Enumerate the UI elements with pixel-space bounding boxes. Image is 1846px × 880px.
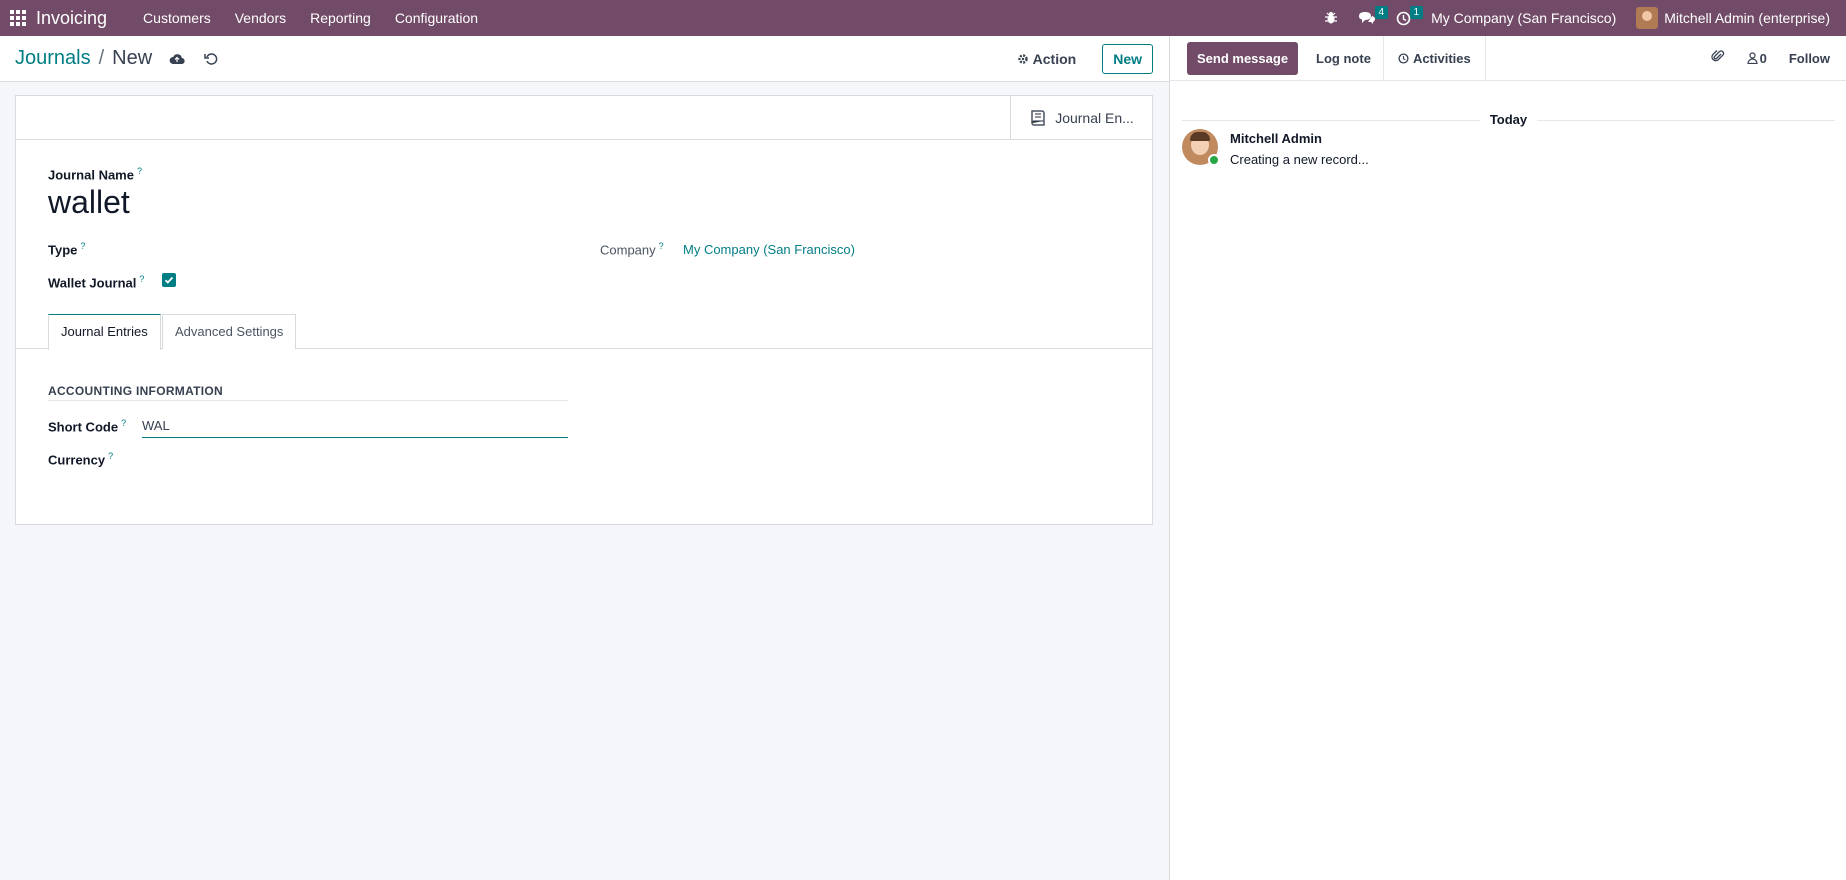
save-cloud-icon[interactable] [168, 50, 186, 68]
gear-icon [1017, 53, 1028, 64]
smart-button-box: Journal En... [16, 96, 1152, 140]
tab-advanced-settings[interactable]: Advanced Settings [162, 314, 297, 349]
user-menu[interactable]: Mitchell Admin (enterprise) [1626, 0, 1840, 36]
log-note-button[interactable]: Log note [1304, 42, 1383, 75]
activities-label: Activities [1412, 50, 1471, 66]
menu-customers[interactable]: Customers [131, 0, 223, 36]
wallet-journal-label: Wallet Journal? [48, 274, 145, 291]
action-menu-button[interactable]: Action [1007, 45, 1087, 73]
tab-journal-entries[interactable]: Journal Entries [48, 314, 161, 350]
journal-name-label: Journal Name? [48, 166, 142, 183]
help-tooltip-icon[interactable]: ? [659, 241, 664, 251]
menu-reporting[interactable]: Reporting [298, 0, 383, 36]
apps-menu-icon[interactable] [0, 0, 36, 36]
company-label: Company? [600, 241, 664, 258]
online-status-dot [1208, 154, 1220, 166]
user-icon [1746, 52, 1758, 64]
date-separator: Today [1170, 111, 1846, 127]
breadcrumb-separator: / [98, 47, 105, 69]
author-avatar[interactable] [1182, 129, 1220, 166]
followers-button[interactable]: 0 [1746, 50, 1767, 66]
notebook-tabs: Journal Entries Advanced Settings [16, 314, 1152, 350]
control-panel-actions: Action New [1007, 43, 1153, 74]
message-text: Creating a new record... [1230, 152, 1369, 167]
smart-button-label: Journal En... [1055, 110, 1134, 126]
discard-undo-icon[interactable] [202, 50, 220, 68]
section-accounting-information: ACCOUNTING INFORMATION [48, 384, 224, 398]
journal-entries-smart-button[interactable]: Journal En... [1010, 96, 1152, 140]
messages-icon[interactable]: 4 [1348, 0, 1389, 36]
help-tooltip-icon[interactable]: ? [137, 166, 142, 176]
book-icon [1031, 110, 1045, 126]
company-field[interactable]: My Company (San Francisco) [683, 242, 855, 257]
control-panel: Journals / New Action New [0, 36, 1169, 82]
chatter-message: Mitchell Admin Creating a new record... [1182, 129, 1369, 167]
wallet-journal-checkbox[interactable] [162, 273, 176, 287]
breadcrumb-current: New [112, 47, 153, 69]
main-menu: Customers Vendors Reporting Configuratio… [131, 0, 490, 36]
message-body: Mitchell Admin Creating a new record... [1230, 129, 1369, 167]
send-message-button[interactable]: Send message [1187, 41, 1299, 75]
chatter-topbar: Send message Log note Activities 0 Follo… [1170, 35, 1846, 81]
user-avatar [1636, 7, 1659, 29]
new-record-button[interactable]: New [1102, 43, 1153, 74]
breadcrumb-journals[interactable]: Journals [15, 47, 91, 70]
help-tooltip-icon[interactable]: ? [80, 241, 85, 251]
chatter-actions: 0 Follow [1711, 49, 1830, 67]
journal-name-field[interactable]: wallet [48, 184, 130, 221]
debug-bug-icon[interactable] [1314, 0, 1348, 36]
followers-count: 0 [1759, 50, 1767, 66]
help-tooltip-icon[interactable]: ? [139, 274, 144, 284]
checkmark-icon [164, 276, 174, 284]
clock-icon [1398, 52, 1409, 64]
user-name: Mitchell Admin (enterprise) [1664, 10, 1830, 26]
activities-button[interactable]: Activities [1382, 35, 1486, 81]
chatter-panel: Send message Log note Activities 0 Follo… [1169, 35, 1846, 880]
short-code-label: Short Code? [48, 418, 127, 435]
form-sheet: Journal En... Journal Name? wallet Type?… [15, 95, 1153, 525]
help-tooltip-icon[interactable]: ? [108, 451, 113, 461]
app-name[interactable]: Invoicing [36, 8, 107, 29]
type-label: Type? [48, 241, 86, 258]
breadcrumb: Journals / New [15, 47, 152, 70]
menu-configuration[interactable]: Configuration [383, 0, 490, 36]
follow-button[interactable]: Follow [1789, 51, 1830, 66]
action-label: Action [1032, 50, 1077, 67]
top-navbar: Invoicing Customers Vendors Reporting Co… [0, 0, 1846, 36]
company-switcher[interactable]: My Company (San Francisco) [1421, 0, 1626, 36]
activities-clock-icon[interactable]: 1 [1386, 0, 1424, 36]
short-code-input[interactable] [142, 414, 568, 438]
help-tooltip-icon[interactable]: ? [121, 418, 126, 428]
section-divider [48, 400, 568, 401]
currency-label: Currency? [48, 451, 114, 468]
systray: 4 1 My Company (San Francisco) Mitchell … [1314, 0, 1846, 36]
message-author[interactable]: Mitchell Admin [1230, 131, 1369, 146]
paperclip-icon[interactable] [1711, 49, 1725, 67]
menu-vendors[interactable]: Vendors [223, 0, 298, 36]
